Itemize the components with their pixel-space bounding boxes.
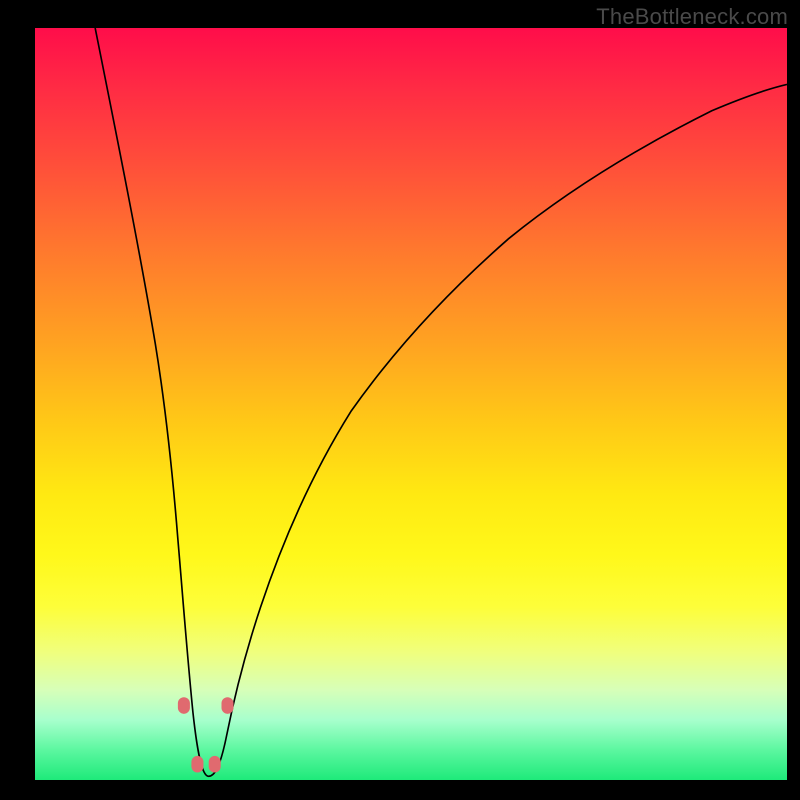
marker-group	[178, 697, 234, 772]
curve-layer	[35, 28, 787, 780]
bottleneck-curve	[95, 28, 787, 776]
chart-frame: TheBottleneck.com	[0, 0, 800, 800]
marker-point	[191, 756, 203, 773]
marker-point	[178, 697, 190, 714]
watermark-text: TheBottleneck.com	[596, 4, 788, 30]
marker-point	[221, 697, 233, 714]
plot-area	[35, 28, 787, 780]
marker-point	[209, 756, 221, 773]
